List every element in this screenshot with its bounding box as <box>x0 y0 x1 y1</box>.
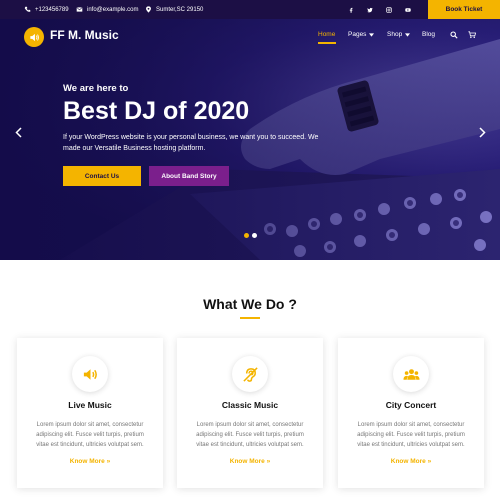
hero-title: Best DJ of 2020 <box>63 97 250 125</box>
nav-shop-label: Shop <box>387 31 403 38</box>
nav-active-indicator <box>318 42 336 44</box>
section-title: What We Do ? <box>203 296 297 312</box>
card-title: Classic Music <box>221 400 279 410</box>
chevron-down-icon <box>369 32 375 37</box>
site-logo-text[interactable]: FF M. Music <box>50 28 119 42</box>
card-title: City Concert <box>385 400 437 410</box>
speaker-icon[interactable] <box>24 27 44 47</box>
phone-icon <box>24 6 31 12</box>
top-bar: +123456789 info@example.com Sumter,SC 29… <box>0 0 500 19</box>
section-title-underline <box>240 317 260 319</box>
nav-blog[interactable]: Blog <box>422 31 435 38</box>
slider-next-arrow[interactable] <box>477 126 487 138</box>
email-icon <box>76 7 83 12</box>
search-icon[interactable] <box>450 31 458 39</box>
chevron-right-icon <box>478 126 486 138</box>
chevron-down-icon <box>405 32 411 37</box>
slider-dot-2[interactable] <box>252 233 257 238</box>
nav-home-label: Home <box>318 31 336 38</box>
address-text: Sumter,SC 29150 <box>156 6 204 13</box>
service-card-city-concert: City Concert Lorem ipsum dolor sit amet,… <box>338 338 484 488</box>
slider-dot-1[interactable] <box>244 233 249 238</box>
nav-home[interactable]: Home <box>318 31 335 38</box>
nav-blog-label: Blog <box>422 31 436 38</box>
hearing-icon <box>232 356 268 392</box>
hero-slider: FF M. Music Home Pages Shop Blog We are … <box>0 19 500 260</box>
chevron-left-icon <box>14 126 22 138</box>
card-title: Live Music <box>68 400 112 410</box>
email-text: info@example.com <box>87 6 139 13</box>
instagram-icon[interactable] <box>384 0 394 19</box>
hero-subtitle: We are here to <box>63 83 129 94</box>
service-card-classic-music: Classic Music Lorem ipsum dolor sit amet… <box>177 338 323 488</box>
about-band-story-button[interactable]: About Band Story <box>149 166 229 186</box>
address-info: Sumter,SC 29150 <box>145 0 203 19</box>
facebook-icon[interactable] <box>346 0 356 19</box>
cart-icon[interactable] <box>468 31 476 39</box>
map-pin-icon <box>146 6 151 13</box>
nav-pages-label: Pages <box>348 31 367 38</box>
main-header: FF M. Music Home Pages Shop Blog <box>0 19 500 55</box>
know-more-link[interactable]: Know More » <box>17 458 163 465</box>
slider-prev-arrow[interactable] <box>13 126 23 138</box>
volume-icon <box>72 356 108 392</box>
card-text: Lorem ipsum dolor sit amet, consectetur … <box>357 422 465 448</box>
know-more-link[interactable]: Know More » <box>177 458 323 465</box>
know-more-link[interactable]: Know More » <box>338 458 484 465</box>
card-text: Lorem ipsum dolor sit amet, consectetur … <box>196 422 304 448</box>
hero-description: If your WordPress website is your person… <box>63 134 319 152</box>
card-text: Lorem ipsum dolor sit amet, consectetur … <box>36 422 144 448</box>
group-icon <box>393 356 429 392</box>
service-card-live-music: Live Music Lorem ipsum dolor sit amet, c… <box>17 338 163 488</box>
phone-text: +123456789 <box>35 6 69 13</box>
contact-us-button[interactable]: Contact Us <box>63 166 141 186</box>
nav-shop[interactable]: Shop <box>387 31 411 38</box>
book-ticket-button[interactable]: Book Ticket <box>428 0 500 19</box>
twitter-icon[interactable] <box>365 0 375 19</box>
phone-info[interactable]: +123456789 <box>24 0 69 19</box>
youtube-icon[interactable] <box>403 0 413 19</box>
email-info[interactable]: info@example.com <box>76 0 138 19</box>
nav-pages[interactable]: Pages <box>348 31 375 38</box>
